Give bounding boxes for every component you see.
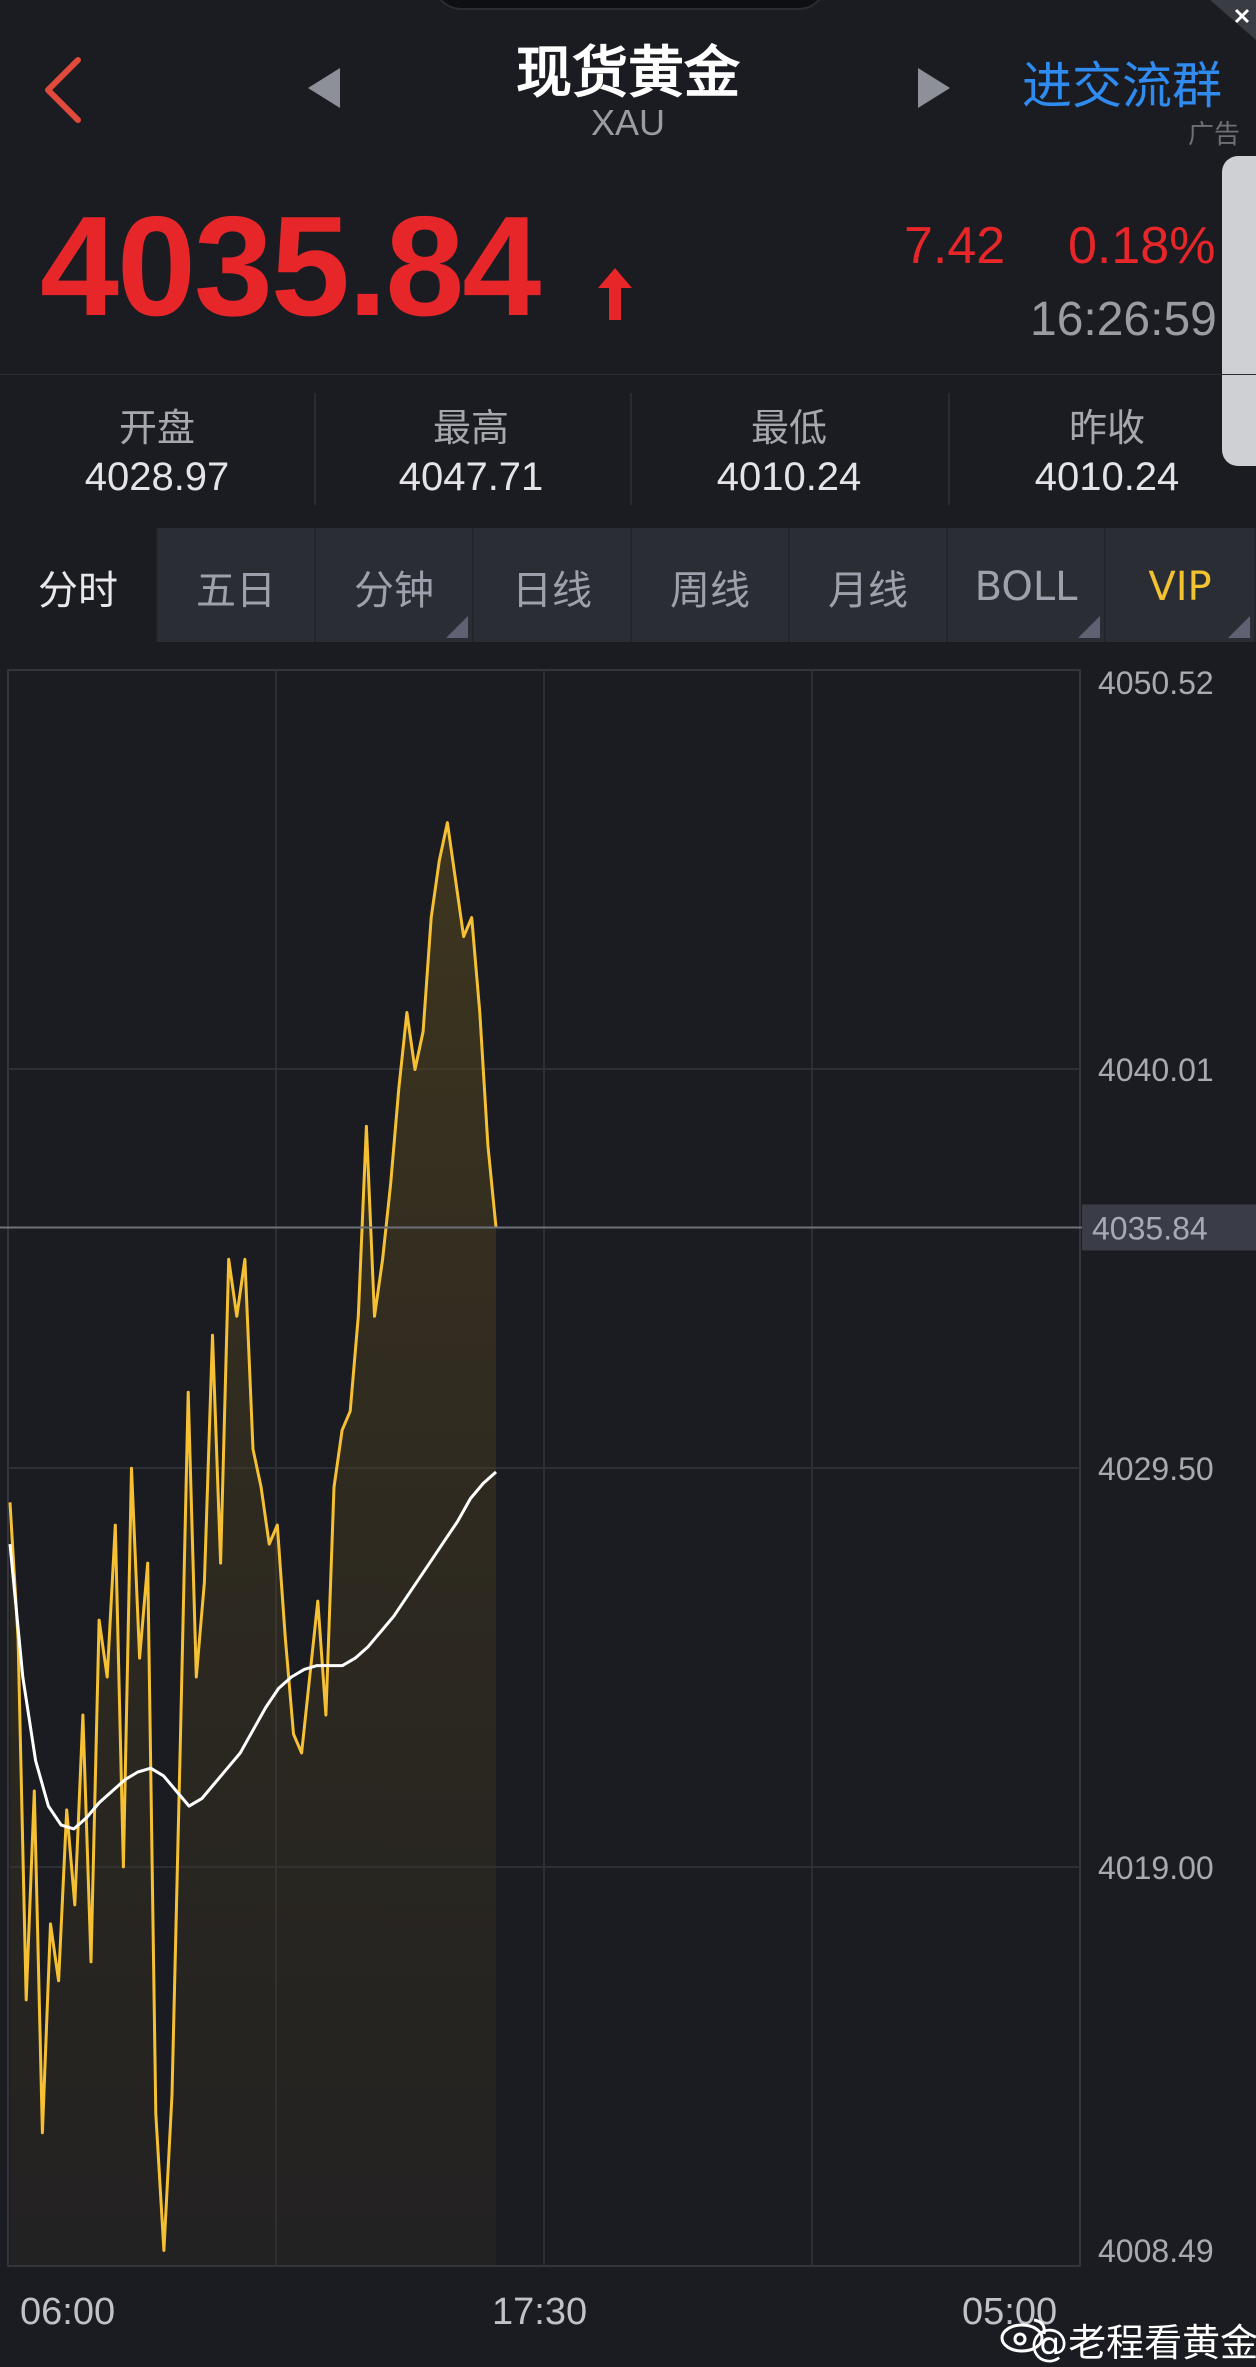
- triangle-left-icon: [308, 68, 340, 108]
- watermark: @老程看黄金: [1006, 2312, 1256, 2367]
- tab-minute[interactable]: 分钟: [316, 528, 474, 642]
- price-change-percent: 0.18%: [1068, 217, 1216, 275]
- stat-high: 最高 4047.71: [314, 375, 628, 525]
- stat-low: 最低 4010.24: [632, 375, 946, 525]
- instrument-symbol: XAU: [590, 102, 666, 143]
- dropdown-corner-icon: [446, 616, 468, 638]
- stat-label: 昨收: [1068, 406, 1145, 450]
- chart-grid: [8, 670, 1080, 2266]
- tab-intraday[interactable]: 分时: [0, 528, 158, 642]
- tab-label: BOLL: [974, 564, 1078, 610]
- stats-row: 开盘 4028.97 最高 4047.71 最低 4010.24 昨收 4010…: [0, 374, 1256, 525]
- stat-value: 4028.97: [84, 455, 230, 499]
- chevron-left-icon: [45, 57, 81, 123]
- dropdown-corner-icon: [1228, 616, 1250, 638]
- current-price: 4035.84: [40, 187, 541, 346]
- price-area-fill: [10, 822, 496, 2267]
- tab-monthly[interactable]: 月线: [790, 528, 948, 642]
- back-button[interactable]: [30, 50, 100, 130]
- y-axis-label: 4008.49: [1098, 2233, 1214, 2269]
- watermark-text: @老程看黄金: [1030, 2321, 1256, 2365]
- x-axis-label: 06:00: [20, 2291, 115, 2333]
- stat-label: 最高: [432, 406, 509, 450]
- tab-label: 分钟: [354, 568, 434, 614]
- x-axis-label: 17:30: [492, 2291, 587, 2333]
- stat-label: 开盘: [118, 406, 195, 450]
- current-price-label: 4035.84: [1092, 1210, 1208, 1246]
- page-title: 现货黄金: [516, 41, 740, 106]
- next-instrument-button[interactable]: [910, 60, 958, 116]
- tab-label: 月线: [828, 568, 908, 614]
- tab-five-day[interactable]: 五日: [158, 528, 316, 642]
- stat-prev-close: 昨收 4010.24: [950, 375, 1256, 525]
- y-axis-label: 4019.00: [1098, 1850, 1214, 1886]
- tab-weekly[interactable]: 周线: [632, 528, 790, 642]
- stat-label: 最低: [750, 406, 827, 450]
- tab-label: 日线: [512, 568, 592, 614]
- device-notch: [432, 0, 828, 10]
- ad-label: 广告: [1188, 120, 1241, 150]
- triangle-right-icon: [918, 68, 950, 108]
- stat-value: 4047.71: [398, 455, 544, 499]
- tab-daily[interactable]: 日线: [474, 528, 632, 642]
- join-group-link[interactable]: 进交流群: [1022, 46, 1222, 118]
- stat-value: 4010.24: [1034, 455, 1180, 499]
- y-axis-label: 4050.52: [1098, 665, 1214, 701]
- intraday-chart[interactable]: 4035.84 4050.52 4040.01 4029.50 4019.00 4008…: [0, 660, 1256, 2366]
- tab-boll[interactable]: BOLL: [948, 528, 1106, 642]
- price-change: 7.42: [904, 217, 1006, 275]
- arrow-up-icon: [598, 268, 632, 320]
- stat-value: 4010.24: [716, 455, 862, 499]
- tab-label: 分时: [38, 568, 118, 614]
- tab-label: VIP: [1148, 564, 1212, 610]
- y-axis-label: 4040.01: [1098, 1052, 1214, 1088]
- dropdown-corner-icon: [1078, 616, 1100, 638]
- tab-label: 周线: [670, 568, 750, 614]
- stat-open: 开盘 4028.97: [0, 375, 314, 525]
- chart-period-tabs: 分时 五日 分钟 日线 周线 月线 BOLL VIP: [0, 528, 1256, 642]
- y-axis-label: 4029.50: [1098, 1451, 1214, 1487]
- ad-close-button[interactable]: [1210, 0, 1256, 40]
- previous-instrument-button[interactable]: [300, 60, 348, 116]
- tab-label: 五日: [196, 568, 276, 614]
- close-icon: [1210, 0, 1256, 40]
- tab-vip[interactable]: VIP: [1106, 528, 1256, 642]
- quote-time: 16:26:59: [1030, 293, 1217, 346]
